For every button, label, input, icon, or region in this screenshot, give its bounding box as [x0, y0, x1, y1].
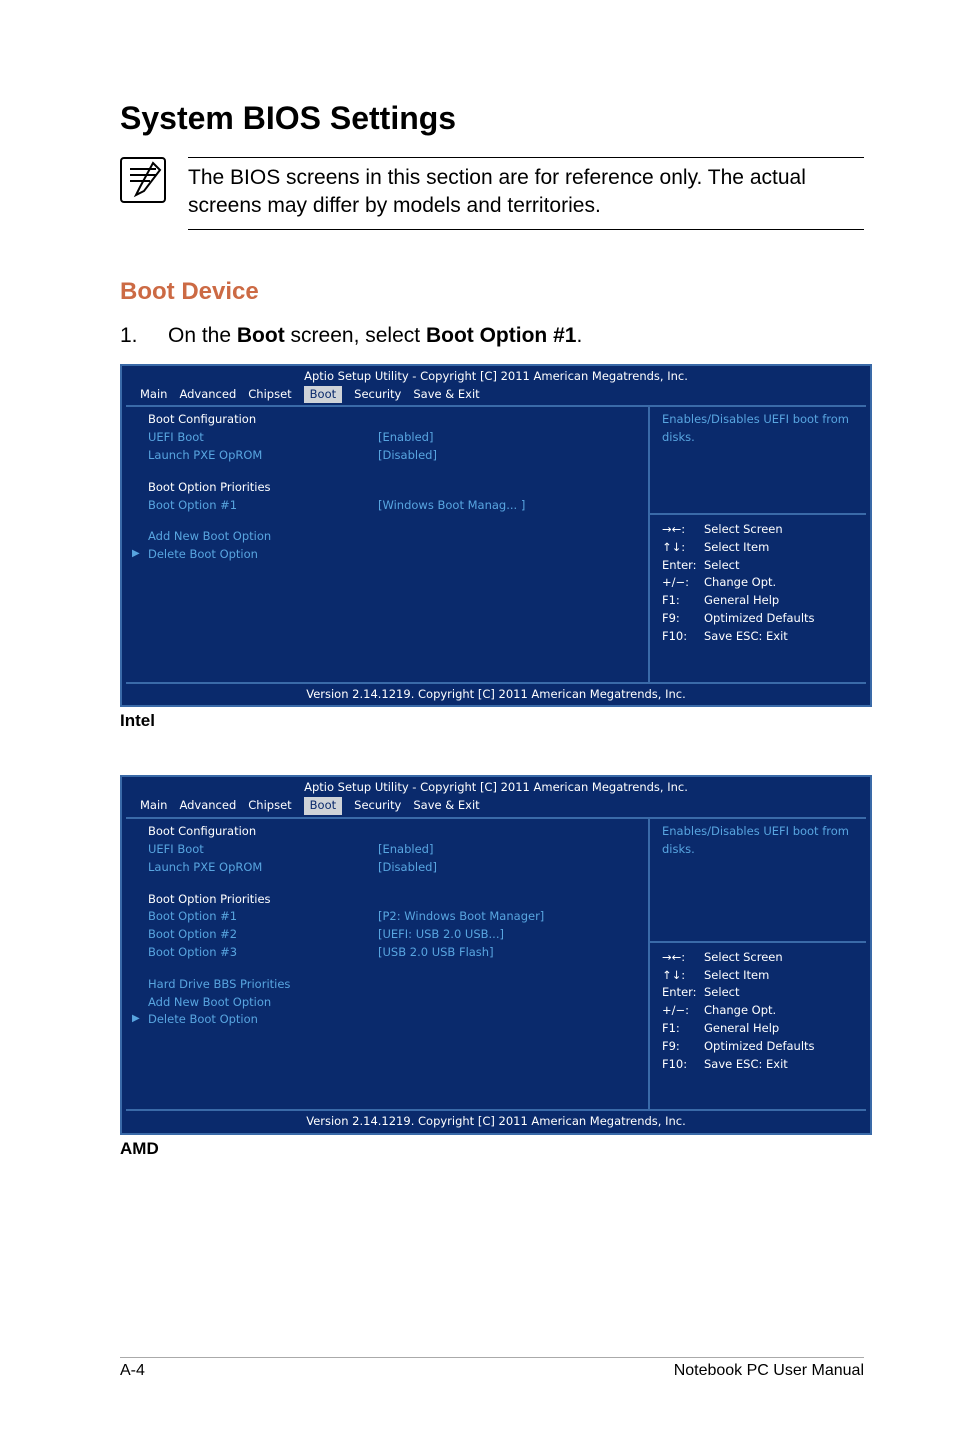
tab-security[interactable]: Security — [354, 797, 401, 815]
section-heading-boot-device: Boot Device — [120, 278, 864, 306]
help-val-lr: Select Screen — [704, 949, 856, 967]
help-val-ud: Select Item — [704, 539, 856, 557]
step-text-pre: On the — [168, 324, 237, 347]
tab-advanced[interactable]: Advanced — [179, 386, 236, 404]
tab-save-exit[interactable]: Save & Exit — [413, 386, 479, 404]
boot-option-1-value[interactable]: [P2: Windows Boot Manager] — [378, 908, 544, 926]
bios-screen-amd: Aptio Setup Utility - Copyright [C] 2011… — [120, 775, 872, 1135]
help-val-f1: General Help — [704, 592, 856, 610]
note-block: The BIOS screens in this section are for… — [120, 157, 864, 230]
boot-option-2-label[interactable]: Boot Option #2 — [148, 926, 378, 944]
help-key-f9: F9: — [662, 1038, 700, 1056]
help-val-f1: General Help — [704, 1020, 856, 1038]
hard-drive-bbs-priorities[interactable]: Hard Drive BBS Priorities — [148, 976, 638, 994]
bios-title: Aptio Setup Utility - Copyright [C] 2011… — [122, 777, 870, 797]
help-val-f9: Optimized Defaults — [704, 610, 856, 628]
boot-option-1-label[interactable]: Boot Option #1 — [148, 908, 378, 926]
help-key-lr: →←: — [662, 521, 700, 539]
help-key-pm: +/−: — [662, 1002, 700, 1020]
note-icon — [120, 157, 166, 203]
uefi-boot-value[interactable]: [Enabled] — [378, 429, 433, 447]
page-footer: A-4 Notebook PC User Manual — [120, 1357, 864, 1380]
help-key-f9: F9: — [662, 610, 700, 628]
help-key-f10: F10: — [662, 1056, 700, 1074]
tab-boot[interactable]: Boot — [304, 797, 342, 815]
help-key-ud: ↑↓: — [662, 967, 700, 985]
boot-configuration-header: Boot Configuration — [148, 823, 638, 841]
delete-boot-option[interactable]: Delete Boot Option — [148, 1011, 638, 1029]
tab-main[interactable]: Main — [140, 797, 167, 815]
launch-pxe-value[interactable]: [Disabled] — [378, 859, 437, 877]
add-new-boot-option[interactable]: Add New Boot Option — [148, 994, 638, 1012]
uefi-boot-label[interactable]: UEFI Boot — [148, 429, 378, 447]
boot-option-3-label[interactable]: Boot Option #3 — [148, 944, 378, 962]
help-key-enter: Enter: — [662, 557, 700, 575]
bios-help-keys: →←:Select Screen ↑↓:Select Item Enter:Se… — [662, 521, 856, 646]
boot-option-1-value[interactable]: [Windows Boot Manag... ] — [378, 497, 525, 515]
tab-save-exit[interactable]: Save & Exit — [413, 797, 479, 815]
bios-tabs: Main Advanced Chipset Boot Security Save… — [122, 797, 870, 817]
screenshot-label-amd: AMD — [120, 1139, 864, 1159]
screenshot-label-intel: Intel — [120, 711, 864, 731]
note-text: The BIOS screens in this section are for… — [188, 157, 864, 230]
help-val-pm: Change Opt. — [704, 574, 856, 592]
help-key-f1: F1: — [662, 1020, 700, 1038]
boot-option-2-value[interactable]: [UEFI: USB 2.0 USB...] — [378, 926, 504, 944]
help-val-pm: Change Opt. — [704, 1002, 856, 1020]
step-bold-option: Boot Option #1 — [426, 324, 577, 347]
launch-pxe-value[interactable]: [Disabled] — [378, 447, 437, 465]
bios-description: Enables/Disables UEFI boot from disks. — [662, 823, 856, 859]
help-key-enter: Enter: — [662, 984, 700, 1002]
step-number: 1. — [120, 324, 138, 348]
help-key-pm: +/−: — [662, 574, 700, 592]
help-val-lr: Select Screen — [704, 521, 856, 539]
bios-title: Aptio Setup Utility - Copyright [C] 2011… — [122, 366, 870, 386]
help-val-f10: Save ESC: Exit — [704, 1056, 856, 1074]
page-number: A-4 — [120, 1362, 145, 1380]
step-bold-boot: Boot — [237, 324, 285, 347]
help-val-enter: Select — [704, 557, 856, 575]
step-text-mid: screen, select — [285, 324, 426, 347]
tab-advanced[interactable]: Advanced — [179, 797, 236, 815]
step-text-post: . — [576, 324, 582, 347]
manual-title: Notebook PC User Manual — [674, 1362, 864, 1380]
bios-footer: Version 2.14.1219. Copyright [C] 2011 Am… — [126, 1109, 866, 1133]
step-text: On the Boot screen, select Boot Option #… — [168, 324, 582, 348]
boot-configuration-header: Boot Configuration — [148, 411, 638, 429]
bios-footer: Version 2.14.1219. Copyright [C] 2011 Am… — [126, 682, 866, 706]
tab-boot[interactable]: Boot — [304, 386, 342, 404]
boot-option-priorities-header: Boot Option Priorities — [148, 891, 638, 909]
tab-chipset[interactable]: Chipset — [248, 797, 291, 815]
tab-chipset[interactable]: Chipset — [248, 386, 291, 404]
delete-boot-option[interactable]: Delete Boot Option — [148, 546, 638, 564]
bios-screen-intel: Aptio Setup Utility - Copyright [C] 2011… — [120, 364, 872, 708]
help-key-ud: ↑↓: — [662, 539, 700, 557]
boot-option-1-label[interactable]: Boot Option #1 — [148, 497, 378, 515]
page-title: System BIOS Settings — [120, 100, 864, 137]
bios-tabs: Main Advanced Chipset Boot Security Save… — [122, 386, 870, 406]
help-val-f9: Optimized Defaults — [704, 1038, 856, 1056]
help-key-f1: F1: — [662, 592, 700, 610]
uefi-boot-label[interactable]: UEFI Boot — [148, 841, 378, 859]
help-val-f10: Save ESC: Exit — [704, 628, 856, 646]
tab-security[interactable]: Security — [354, 386, 401, 404]
add-new-boot-option[interactable]: Add New Boot Option — [148, 528, 638, 546]
launch-pxe-label[interactable]: Launch PXE OpROM — [148, 859, 378, 877]
help-key-f10: F10: — [662, 628, 700, 646]
bios-description: Enables/Disables UEFI boot from disks. — [662, 411, 856, 447]
boot-option-priorities-header: Boot Option Priorities — [148, 479, 638, 497]
tab-main[interactable]: Main — [140, 386, 167, 404]
boot-option-3-value[interactable]: [USB 2.0 USB Flash] — [378, 944, 494, 962]
help-val-enter: Select — [704, 984, 856, 1002]
uefi-boot-value[interactable]: [Enabled] — [378, 841, 433, 859]
help-key-lr: →←: — [662, 949, 700, 967]
bios-help-keys: →←:Select Screen ↑↓:Select Item Enter:Se… — [662, 949, 856, 1074]
launch-pxe-label[interactable]: Launch PXE OpROM — [148, 447, 378, 465]
step-1: 1. On the Boot screen, select Boot Optio… — [120, 324, 864, 348]
help-val-ud: Select Item — [704, 967, 856, 985]
